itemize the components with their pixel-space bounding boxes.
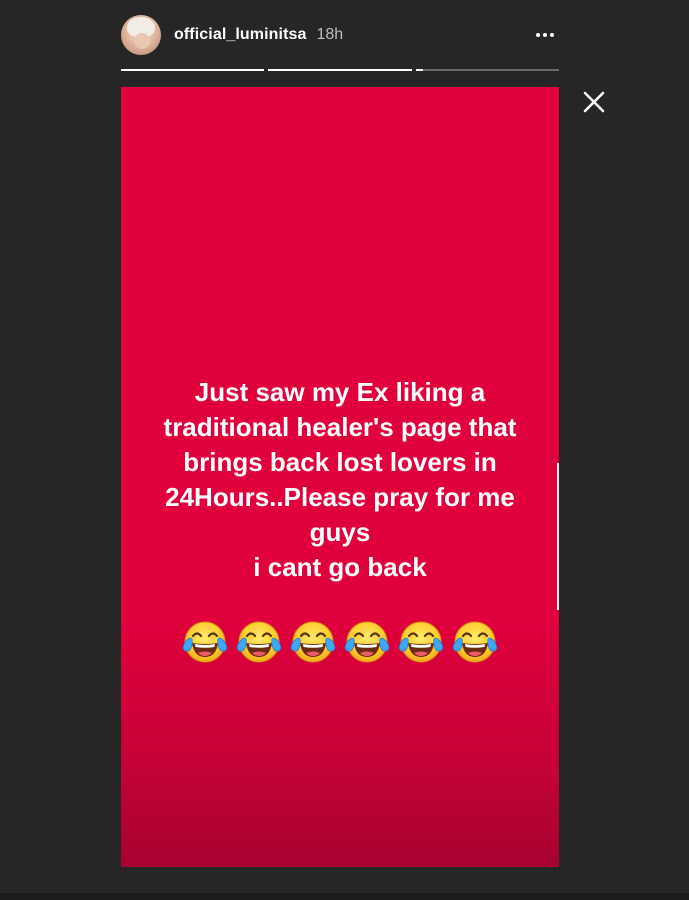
story-line: traditional healer's page that: [163, 412, 517, 442]
story-line: guys: [309, 517, 371, 547]
avatar[interactable]: [121, 15, 161, 55]
divider: [557, 463, 559, 610]
tears-of-joy-emoji-icon: [451, 617, 499, 665]
close-icon[interactable]: [582, 90, 606, 114]
story-progress: [121, 69, 559, 71]
story-content[interactable]: Just saw my Ex liking a traditional heal…: [121, 87, 559, 867]
bottom-bar: [0, 893, 689, 900]
story-line: 24Hours..Please pray for me: [165, 482, 515, 512]
tears-of-joy-emoji-icon: [235, 617, 283, 665]
tears-of-joy-emoji-icon: [181, 617, 229, 665]
story-line: Just saw my Ex liking a: [194, 377, 486, 407]
story-line: brings back lost lovers in: [183, 447, 497, 477]
story-line: i cant go back: [253, 552, 427, 582]
tears-of-joy-emoji-icon: [343, 617, 391, 665]
tears-of-joy-emoji-icon: [289, 617, 337, 665]
story-header: official_luminitsa 18h: [121, 15, 559, 55]
tears-of-joy-emoji-icon: [397, 617, 445, 665]
progress-segment: [415, 69, 559, 71]
username-link[interactable]: official_luminitsa: [174, 26, 307, 44]
more-options-icon[interactable]: [536, 33, 554, 37]
story-viewer: official_luminitsa 18h Just saw my Ex li…: [0, 0, 689, 900]
timestamp: 18h: [316, 26, 344, 43]
story-text: Just saw my Ex liking a traditional heal…: [121, 375, 559, 585]
emoji-row: [121, 617, 559, 665]
progress-segment: [121, 69, 265, 71]
progress-segment: [268, 69, 412, 71]
